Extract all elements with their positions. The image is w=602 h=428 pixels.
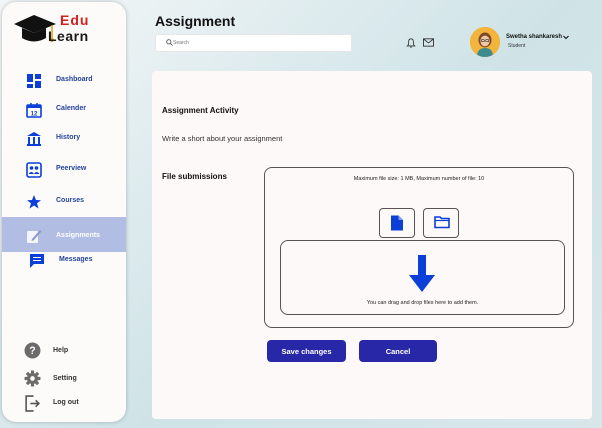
user-avatar-icon [470, 27, 500, 57]
chevron-down-icon[interactable] [563, 35, 569, 40]
gear-icon [24, 370, 41, 387]
sidebar-item-history[interactable]: History [2, 124, 126, 154]
peerview-icon [26, 162, 42, 178]
sidebar-item-messages[interactable]: Messages [2, 247, 126, 277]
logo[interactable]: Edu Learn [12, 10, 112, 54]
mail-icon[interactable] [423, 38, 434, 47]
sidebar-item-label: Setting [53, 375, 77, 382]
logo-text: Edu Learn [48, 12, 90, 44]
sidebar-item-calender[interactable]: 12 Calender [2, 95, 126, 125]
message-icon [30, 254, 44, 268]
logout-icon [25, 395, 41, 412]
file-icon [391, 215, 403, 231]
star-icon [27, 195, 41, 209]
file-limits-text: Maximum file size: 1 MB, Maximum number … [353, 176, 485, 182]
calendar-icon: 12 [26, 103, 42, 118]
sidebar: Edu Learn Dashboard 12 Calender History … [2, 2, 126, 422]
sidebar-item-label: Messages [59, 256, 93, 263]
logo-line-2: Learn [48, 28, 89, 44]
sidebar-item-label: Calender [56, 105, 86, 112]
sidebar-item-label: Courses [56, 197, 85, 204]
sidebar-item-label: Peerview [56, 165, 87, 172]
sidebar-item-peerview[interactable]: Peerview [2, 155, 126, 185]
page-title: Assignment [155, 13, 236, 29]
sidebar-item-courses[interactable]: Courses [2, 187, 126, 217]
save-changes-button[interactable]: Save changes [267, 340, 346, 362]
activity-description: Write a short about your assignment [162, 134, 283, 143]
user-role: Student [508, 43, 526, 49]
sidebar-item-setting[interactable]: Setting [2, 368, 126, 390]
history-icon [27, 132, 41, 146]
avatar[interactable] [470, 27, 500, 57]
dashboard-icon [27, 74, 41, 88]
cancel-button[interactable]: Cancel [359, 340, 437, 362]
activity-title: Assignment Activity [162, 106, 239, 115]
svg-text:?: ? [29, 345, 35, 357]
file-submissions-label: File submissions [162, 172, 227, 181]
help-icon: ? [24, 342, 41, 359]
logo-line-1: Edu [60, 12, 90, 28]
bell-icon[interactable] [406, 38, 416, 48]
search-icon [166, 39, 173, 46]
sidebar-item-label: Log out [53, 399, 79, 406]
sidebar-item-label: Assignments [56, 232, 100, 239]
add-folder-button[interactable] [423, 208, 459, 238]
add-file-button[interactable] [379, 208, 415, 238]
drop-zone[interactable]: You can drag and drop files here to add … [280, 240, 565, 315]
sidebar-item-label: History [56, 134, 81, 141]
sidebar-item-logout[interactable]: Log out [2, 393, 126, 415]
sidebar-item-label: Dashboard [56, 76, 93, 83]
sidebar-item-label: Help [53, 347, 69, 354]
svg-text:12: 12 [31, 112, 38, 118]
assignment-icon [27, 230, 42, 243]
folder-icon [434, 216, 450, 229]
user-name: Swetha shankaresh [506, 34, 563, 40]
sidebar-item-help[interactable]: ? Help [2, 340, 126, 362]
search-bar[interactable] [155, 34, 352, 52]
sidebar-item-dashboard[interactable]: Dashboard [2, 66, 126, 96]
arrow-down-icon [409, 255, 435, 292]
search-input[interactable] [173, 37, 343, 48]
drop-zone-text: You can drag and drop files here to add … [366, 300, 479, 306]
